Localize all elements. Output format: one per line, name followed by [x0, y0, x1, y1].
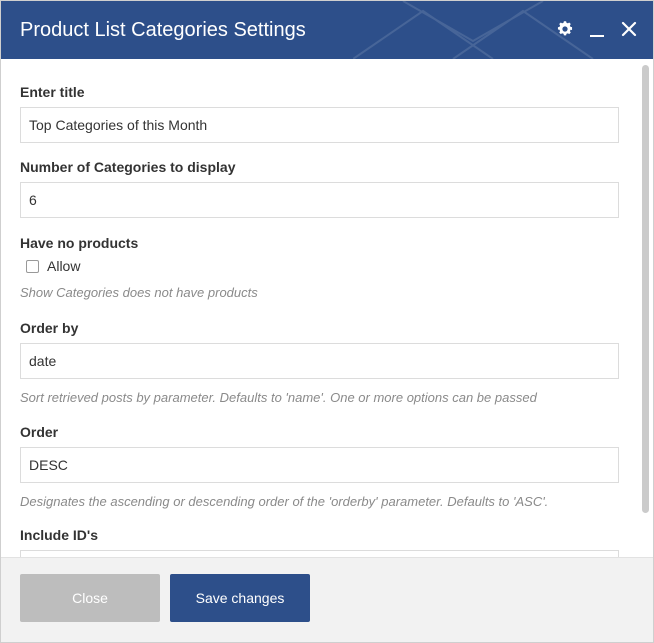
allow-checkbox[interactable]: [26, 259, 39, 273]
orderby-input[interactable]: date: [20, 343, 619, 379]
settings-form: Enter title Top Categories of this Month…: [1, 59, 653, 558]
title-label: Enter title: [20, 84, 85, 100]
allow-checkbox-row[interactable]: Allow: [26, 258, 619, 274]
scrollbar[interactable]: [642, 65, 649, 513]
no-products-field-group: Have no products Allow Show Categories d…: [20, 234, 619, 302]
dialog-header: Product List Categories Settings: [1, 1, 653, 59]
no-products-help: Show Categories does not have products: [20, 285, 258, 300]
order-input[interactable]: DESC: [20, 447, 619, 483]
order-label: Order: [20, 424, 59, 440]
orderby-help: Sort retrieved posts by parameter. Defau…: [20, 390, 537, 405]
no-products-label: Have no products: [20, 235, 139, 251]
count-label: Number of Categories to display: [20, 159, 236, 175]
orderby-label: Order by: [20, 320, 79, 336]
include-field-group: Include ID's: [20, 526, 619, 558]
gear-icon[interactable]: [555, 17, 575, 41]
allow-checkbox-label: Allow: [47, 258, 81, 274]
title-field-group: Enter title Top Categories of this Month: [20, 83, 619, 143]
count-field-group: Number of Categories to display 6: [20, 158, 619, 218]
close-icon[interactable]: [619, 17, 639, 41]
count-input[interactable]: 6: [20, 182, 619, 218]
save-changes-button[interactable]: Save changes: [170, 574, 310, 622]
dialog-title: Product List Categories Settings: [20, 19, 306, 41]
settings-dialog: Product List Categories Settings Enter t…: [0, 0, 654, 643]
title-input[interactable]: Top Categories of this Month: [20, 107, 619, 143]
close-button[interactable]: Close: [20, 574, 160, 622]
order-help: Designates the ascending or descending o…: [20, 494, 549, 509]
orderby-field-group: Order by date Sort retrieved posts by pa…: [20, 319, 619, 407]
include-label: Include ID's: [20, 527, 99, 543]
minimize-icon[interactable]: [587, 17, 607, 41]
order-field-group: Order DESC Designates the ascending or d…: [20, 423, 619, 511]
dialog-footer: Close Save changes: [1, 557, 653, 642]
